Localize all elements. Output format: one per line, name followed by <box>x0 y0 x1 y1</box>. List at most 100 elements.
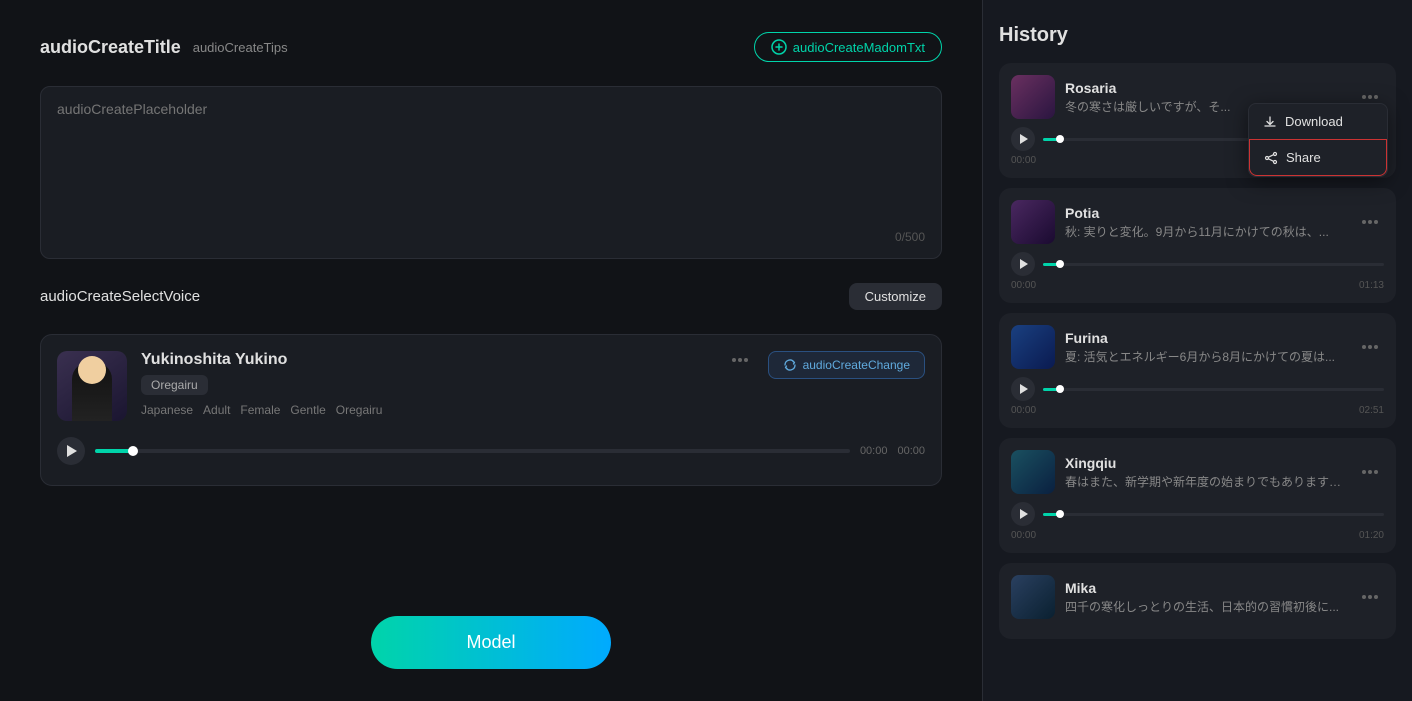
char-count: 0/500 <box>57 230 925 244</box>
title-group: audioCreateTitle audioCreateTips <box>40 37 288 58</box>
voice-play-button[interactable] <box>57 437 85 465</box>
tips-label: audioCreateTips <box>193 40 288 55</box>
main-title: audioCreateTitle <box>40 37 181 58</box>
madom-btn-label: audioCreateMadomTxt <box>793 40 925 55</box>
title-row: audioCreateTitle audioCreateTips audioCr… <box>40 32 942 62</box>
history-avatar-mika <box>1011 575 1055 619</box>
voice-avatar-image <box>57 351 127 421</box>
hist-play-furina[interactable] <box>1011 377 1035 401</box>
three-dots-mika-icon <box>1362 595 1378 599</box>
three-dots-xingqiu-icon <box>1362 470 1378 474</box>
history-item-potia: Potia 秋: 実りと変化。9月から11月にかけての秋は、... 00:00 … <box>999 188 1396 303</box>
voice-prop-age: Adult <box>203 403 230 417</box>
history-item-xingqiu: Xingqiu 春はまた、新学期や新年度の始まりでもありまする... 00:00… <box>999 438 1396 553</box>
hist-progress-potia[interactable] <box>1043 263 1384 266</box>
hist-play-icon-rosaria <box>1020 134 1028 144</box>
voice-prop-language: Japanese <box>141 403 193 417</box>
hist-play-icon-potia <box>1020 259 1028 269</box>
madom-button[interactable]: audioCreateMadomTxt <box>754 32 942 62</box>
history-top-potia: Potia 秋: 実りと変化。9月から11月にかけての秋は、... <box>1011 200 1384 244</box>
history-name-potia: Potia <box>1065 205 1346 221</box>
dropdown-download[interactable]: Download <box>1249 104 1387 139</box>
history-name-mika: Mika <box>1065 580 1346 596</box>
textarea-wrap: 0/500 <box>40 86 942 259</box>
history-text-mika: 四千の寒化しっとりの生活、日本的の習慣初後に... <box>1065 598 1346 615</box>
history-item-rosaria: Rosaria 冬の寒さは厳しいですが、そ... 00:00 <box>999 63 1396 178</box>
history-more-rosaria[interactable] <box>1356 93 1384 101</box>
right-panel: History Rosaria 冬の寒さは厳しいですが、そ... <box>982 0 1412 701</box>
three-dots-icon <box>732 358 748 362</box>
voice-progress-bar[interactable] <box>95 449 850 453</box>
download-icon <box>1263 115 1277 129</box>
hist-times-xingqiu: 00:00 01:20 <box>1011 530 1384 541</box>
dropdown-menu-rosaria: Download Share <box>1248 103 1388 177</box>
hist-play-xingqiu[interactable] <box>1011 502 1035 526</box>
history-meta-xingqiu: Xingqiu 春はまた、新学期や新年度の始まりでもありまする... <box>1065 455 1346 490</box>
history-top-furina: Furina 夏: 活気とエネルギー6月から8月にかけての夏は... <box>1011 325 1384 369</box>
hist-times-furina: 00:00 02:51 <box>1011 405 1384 416</box>
voice-change-button[interactable]: audioCreateChange <box>768 351 925 379</box>
play-icon <box>67 445 77 457</box>
history-more-potia[interactable] <box>1356 218 1384 226</box>
dropdown-share[interactable]: Share <box>1249 139 1387 176</box>
history-text-potia: 秋: 実りと変化。9月から11月にかけての秋は、... <box>1065 223 1346 240</box>
voice-info: Yukinoshita Yukino Oregairu Japanese Adu… <box>141 351 754 417</box>
history-meta-furina: Furina 夏: 活気とエネルギー6月から8月にかけての夏は... <box>1065 330 1346 365</box>
voice-more-button[interactable] <box>726 356 754 364</box>
hist-progress-dot-xingqiu <box>1056 510 1064 518</box>
history-meta-potia: Potia 秋: 実りと変化。9月から11月にかけての秋は、... <box>1065 205 1346 240</box>
three-dots-furina-icon <box>1362 345 1378 349</box>
history-more-mika[interactable] <box>1356 593 1384 601</box>
share-label: Share <box>1286 150 1321 165</box>
history-player-furina <box>1011 377 1384 401</box>
hist-progress-xingqiu[interactable] <box>1043 513 1384 516</box>
history-text-furina: 夏: 活気とエネルギー6月から8月にかけての夏は... <box>1065 348 1346 365</box>
history-top-xingqiu: Xingqiu 春はまた、新学期や新年度の始まりでもありまする... <box>1011 450 1384 494</box>
voice-card-top: Yukinoshita Yukino Oregairu Japanese Adu… <box>57 351 925 421</box>
hist-time-start-potia: 00:00 <box>1011 280 1036 291</box>
xingqiu-avatar-image <box>1011 450 1055 494</box>
hist-progress-dot-furina <box>1056 385 1064 393</box>
hist-time-start-rosaria: 00:00 <box>1011 155 1036 166</box>
select-voice-row: audioCreateSelectVoice Customize <box>40 283 942 310</box>
hist-progress-furina[interactable] <box>1043 388 1384 391</box>
customize-button[interactable]: Customize <box>849 283 942 310</box>
voice-props: Japanese Adult Female Gentle Oregairu <box>141 403 754 417</box>
hist-times-potia: 00:00 01:13 <box>1011 280 1384 291</box>
model-button[interactable]: Model <box>371 616 611 669</box>
potia-avatar-image <box>1011 200 1055 244</box>
hist-time-start-furina: 00:00 <box>1011 405 1036 416</box>
hist-time-end-xingqiu: 01:20 <box>1359 530 1384 541</box>
hist-play-icon-xingqiu <box>1020 509 1028 519</box>
voice-prop-series: Oregairu <box>336 403 383 417</box>
voice-avatar <box>57 351 127 421</box>
voice-time-start: 00:00 <box>860 445 888 457</box>
voice-name-row: Yukinoshita Yukino <box>141 351 754 369</box>
voice-audio-player: 00:00 00:00 <box>57 433 925 469</box>
three-dots-potia-icon <box>1362 220 1378 224</box>
hist-progress-dot-potia <box>1056 260 1064 268</box>
three-dots-rosaria-icon <box>1362 95 1378 99</box>
history-item-mika: Mika 四千の寒化しっとりの生活、日本的の習慣初後に... <box>999 563 1396 639</box>
history-more-xingqiu[interactable] <box>1356 468 1384 476</box>
text-input[interactable] <box>57 101 925 221</box>
history-top-mika: Mika 四千の寒化しっとりの生活、日本的の習慣初後に... <box>1011 575 1384 619</box>
history-item-furina: Furina 夏: 活気とエネルギー6月から8月にかけての夏は... 00:00… <box>999 313 1396 428</box>
history-more-furina[interactable] <box>1356 343 1384 351</box>
change-icon <box>783 358 797 372</box>
hist-progress-dot-rosaria <box>1056 135 1064 143</box>
voice-prop-gender: Female <box>240 403 280 417</box>
voice-name: Yukinoshita Yukino <box>141 351 287 369</box>
history-avatar-xingqiu <box>1011 450 1055 494</box>
hist-play-rosaria[interactable] <box>1011 127 1035 151</box>
hist-time-end-furina: 02:51 <box>1359 405 1384 416</box>
madom-icon <box>771 39 787 55</box>
history-avatar-furina <box>1011 325 1055 369</box>
voice-time-end: 00:00 <box>897 445 925 457</box>
hist-play-potia[interactable] <box>1011 252 1035 276</box>
history-name-furina: Furina <box>1065 330 1346 346</box>
voice-prop-tone: Gentle <box>290 403 325 417</box>
download-label: Download <box>1285 114 1343 129</box>
share-icon <box>1264 151 1278 165</box>
voice-tag: Oregairu <box>141 375 208 395</box>
